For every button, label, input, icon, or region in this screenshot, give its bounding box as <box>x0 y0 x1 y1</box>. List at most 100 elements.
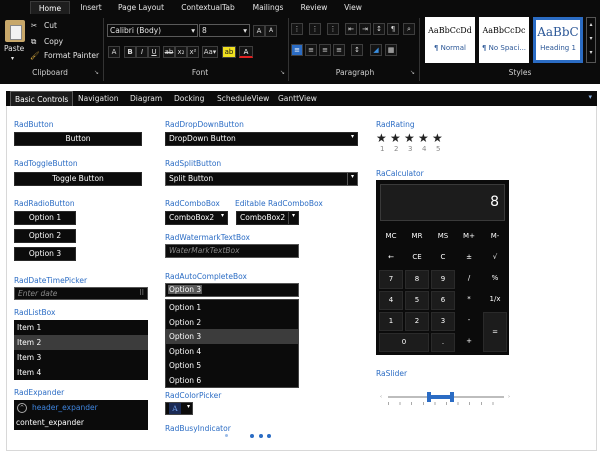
calc-key-mr[interactable]: MR <box>405 228 429 245</box>
paste-button[interactable]: Paste <box>4 44 24 54</box>
highlight-color-icon[interactable]: ab <box>222 46 236 58</box>
calc-key-minus[interactable]: - <box>457 312 481 329</box>
date-input[interactable]: Enter date ⁝⁝ <box>14 287 148 300</box>
editable-combobox[interactable]: ComboBox2 ▾ <box>236 211 299 225</box>
subscript-icon[interactable]: x₂ <box>175 46 187 58</box>
color-picker[interactable]: A ▾ <box>165 402 193 415</box>
calc-key-ms[interactable]: MS <box>431 228 455 245</box>
list-item[interactable]: Item 4 <box>14 365 148 380</box>
list-item-selected[interactable]: Option 3 <box>166 329 298 344</box>
ribbon-tab-home[interactable]: Home <box>30 1 70 14</box>
font-launcher-icon[interactable]: ↘ <box>280 68 285 78</box>
style-heading-1[interactable]: AaBbC Heading 1 <box>533 17 583 63</box>
font-size-select[interactable]: 8 ▾ <box>199 24 250 37</box>
dropdown-button[interactable]: DropDown Button ▾ <box>165 132 358 146</box>
align-left-icon[interactable]: ≡ <box>291 44 303 56</box>
increase-indent-icon[interactable]: ⇥ <box>359 23 371 35</box>
calc-key-7[interactable]: 7 <box>379 270 403 289</box>
align-right-icon[interactable]: ≡ <box>319 44 331 56</box>
list-item[interactable]: Option 5 <box>166 358 298 373</box>
justify-icon[interactable]: ≡ <box>333 44 345 56</box>
tab-basic-controls[interactable]: Basic Controls <box>10 91 74 106</box>
calc-key-plus[interactable]: + <box>457 333 481 350</box>
change-case-icon[interactable]: Aa▾ <box>202 46 218 58</box>
slider-decrease-icon[interactable]: ‹ <box>380 394 384 400</box>
bullets-icon[interactable]: ⋮ <box>291 23 303 35</box>
star-icon[interactable]: ★ <box>390 131 401 145</box>
list-item[interactable]: Option 6 <box>166 373 298 388</box>
slider-thumb-end[interactable] <box>449 392 454 402</box>
rad-toggle-button[interactable]: Toggle Button <box>14 172 142 186</box>
italic-icon[interactable]: I <box>136 46 148 58</box>
decrease-indent-icon[interactable]: ⇤ <box>345 23 357 35</box>
rad-slider[interactable]: ‹ › <box>380 388 512 406</box>
style-normal[interactable]: AaBbCcDd ¶ Normal <box>425 17 475 63</box>
ribbon-tab-page-layout[interactable]: Page Layout <box>113 1 169 14</box>
watermark-textbox[interactable]: WaterMarkTextBox <box>165 244 299 258</box>
radio-option-3[interactable]: Option 3 <box>14 247 76 261</box>
star-icon[interactable]: ★ <box>432 131 443 145</box>
ribbon-tab-contextual[interactable]: ContextualTab <box>175 1 241 14</box>
tab-navigation[interactable]: Navigation <box>74 91 122 106</box>
calc-key-mc[interactable]: MC <box>379 228 403 245</box>
list-item[interactable]: Option 1 <box>166 300 298 315</box>
radio-option-1[interactable]: Option 1 <box>14 211 76 225</box>
grow-font-icon[interactable]: A <box>253 25 265 37</box>
clipboard-launcher-icon[interactable]: ↘ <box>94 68 99 78</box>
calc-key-ce[interactable]: CE <box>405 249 429 266</box>
calc-key-multiply[interactable]: * <box>457 291 481 308</box>
calc-key-mplus[interactable]: M+ <box>457 228 481 245</box>
list-item[interactable]: Option 4 <box>166 344 298 359</box>
style-no-spacing[interactable]: AaBbCcDc ¶ No Spaci... <box>479 17 529 63</box>
calc-key-8[interactable]: 8 <box>405 270 429 289</box>
calc-key-0[interactable]: 0 <box>379 333 429 352</box>
cut-button[interactable]: Cut <box>44 21 57 31</box>
calc-key-sqrt[interactable]: √ <box>483 249 507 266</box>
list-item[interactable]: Item 1 <box>14 320 148 335</box>
ribbon-tab-view[interactable]: View <box>338 1 368 14</box>
underline-icon[interactable]: U <box>148 46 160 58</box>
shading-icon[interactable]: ◢ <box>370 44 382 56</box>
borders-icon[interactable]: ▦ <box>385 44 397 56</box>
sort-icon[interactable]: ↕ <box>373 23 385 35</box>
tab-diagram[interactable]: Diagram <box>126 91 166 106</box>
calc-key-negate[interactable]: ± <box>457 249 481 266</box>
tab-ganttview[interactable]: GanttView <box>274 91 321 106</box>
rad-rating[interactable]: ★ ★ ★ ★ ★ 1 2 3 4 5 <box>376 131 456 155</box>
calc-key-divide[interactable]: / <box>457 270 481 287</box>
font-family-select[interactable]: Calibri (Body) ▾ <box>107 24 198 37</box>
paste-dropdown-icon[interactable]: ▾ <box>11 54 14 64</box>
calc-key-3[interactable]: 3 <box>431 312 455 331</box>
calendar-icon[interactable]: ⁝⁝ <box>139 288 144 297</box>
copy-button[interactable]: Copy <box>44 37 63 47</box>
pin-icon[interactable]: ▾ <box>588 93 592 101</box>
calc-key-6[interactable]: 6 <box>431 291 455 310</box>
show-marks-icon[interactable]: ¶ <box>387 23 399 35</box>
radio-option-2[interactable]: Option 2 <box>14 229 76 243</box>
calc-key-backspace[interactable]: ← <box>379 249 403 266</box>
slider-increase-icon[interactable]: › <box>508 394 512 400</box>
star-icon[interactable]: ★ <box>404 131 415 145</box>
list-item[interactable]: Item 3 <box>14 350 148 365</box>
strikethrough-icon[interactable]: ab <box>163 46 175 58</box>
font-color-icon[interactable]: A <box>239 46 253 58</box>
align-center-icon[interactable]: ≡ <box>305 44 317 56</box>
bold-icon[interactable]: B <box>124 46 136 58</box>
combobox[interactable]: ComboBox2 ▾ <box>165 211 228 225</box>
rad-button[interactable]: Button <box>14 132 142 146</box>
calc-key-9[interactable]: 9 <box>431 270 455 289</box>
ribbon-tab-mailings[interactable]: Mailings <box>248 1 288 14</box>
calc-key-mminus[interactable]: M- <box>483 228 507 245</box>
paragraph-launcher-icon[interactable]: ↘ <box>410 68 415 78</box>
expander-toggle-icon[interactable]: ^ <box>17 403 27 413</box>
clear-format-icon[interactable]: A <box>108 46 120 58</box>
calc-key-4[interactable]: 4 <box>379 291 403 310</box>
styles-scroll[interactable]: ▴ ▾ ▾ <box>586 17 596 63</box>
star-icon[interactable]: ★ <box>418 131 429 145</box>
format-painter-button[interactable]: Format Painter <box>44 51 99 61</box>
autocomplete-input[interactable]: Option 3 <box>165 283 299 297</box>
ribbon-tab-review[interactable]: Review <box>296 1 332 14</box>
list-item-selected[interactable]: Item 2 <box>14 335 148 350</box>
multilevel-list-icon[interactable]: ⋮ <box>327 23 339 35</box>
calc-key-equals[interactable]: = <box>483 312 507 352</box>
